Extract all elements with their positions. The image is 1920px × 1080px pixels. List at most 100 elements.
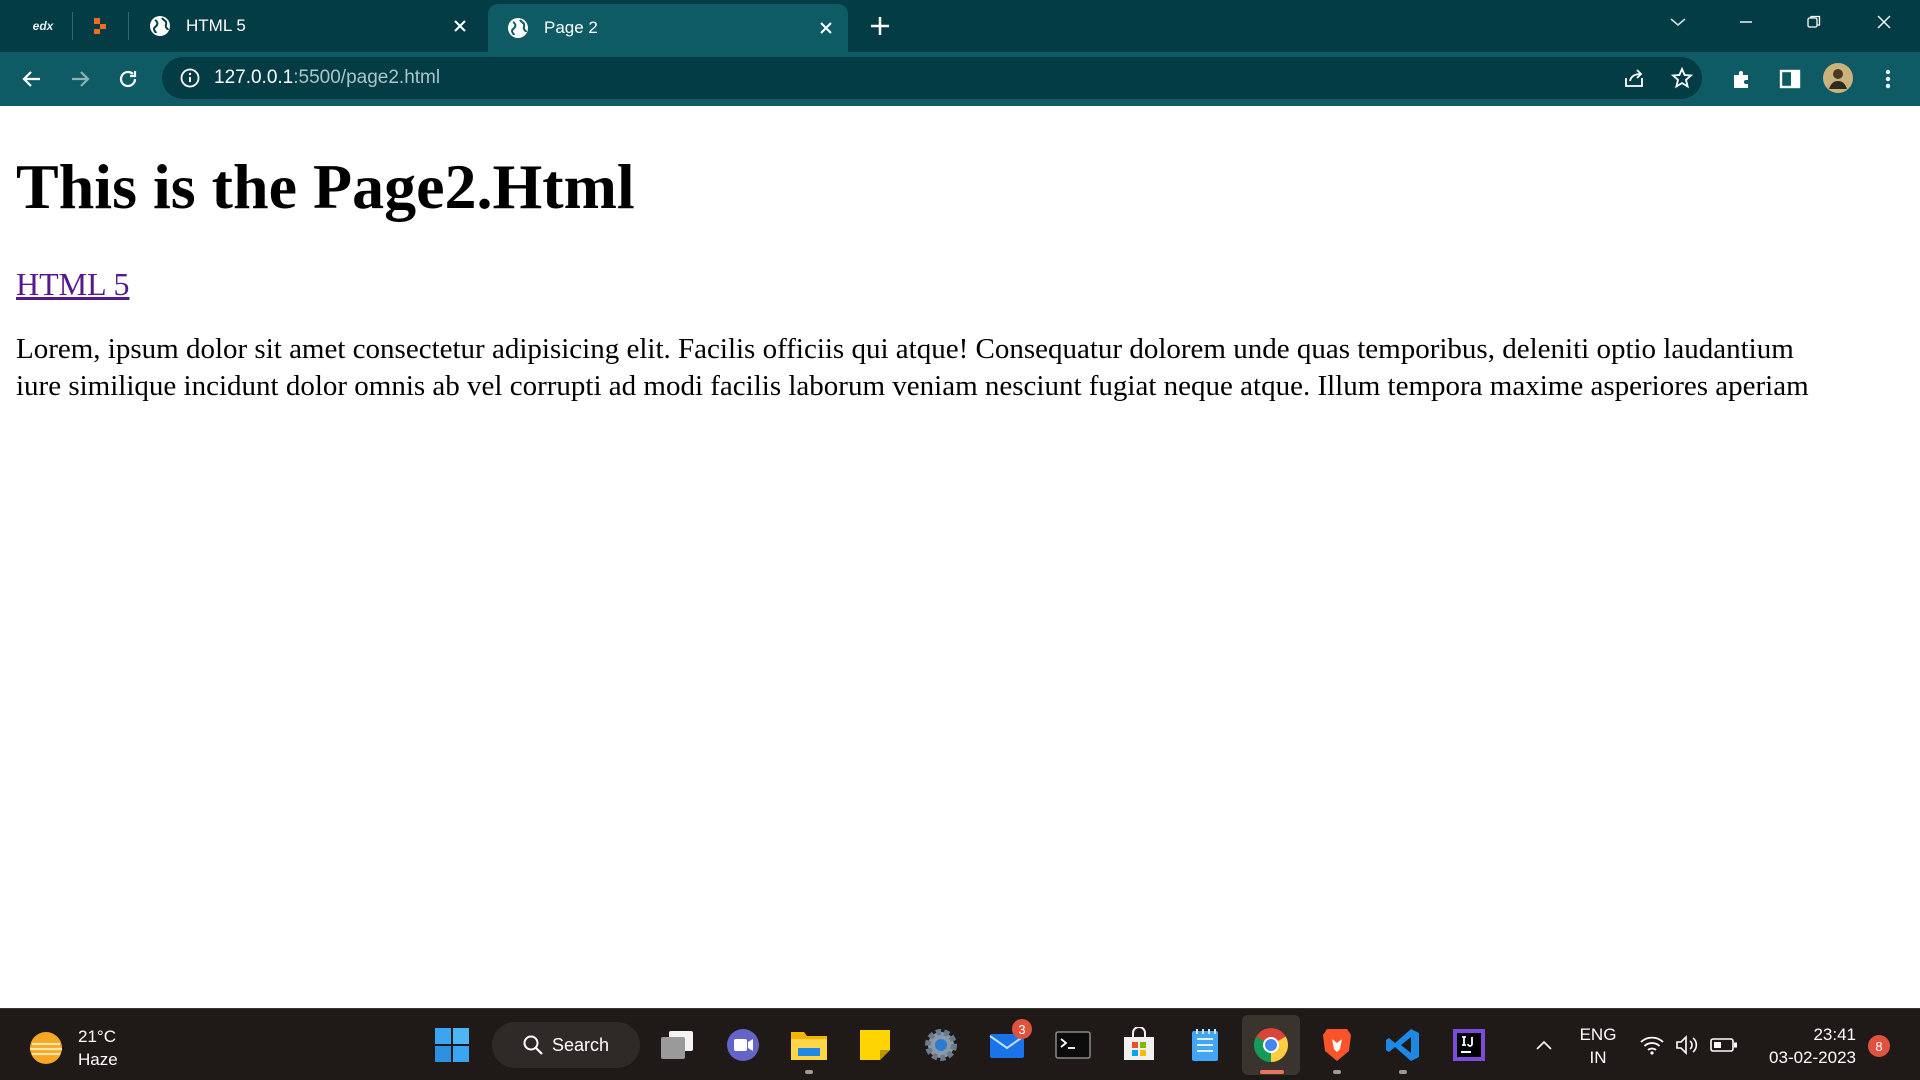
file-explorer-button[interactable] xyxy=(789,1025,829,1065)
restore-icon xyxy=(1807,15,1821,28)
new-tab-button[interactable] xyxy=(866,12,894,40)
back-button[interactable] xyxy=(16,63,48,95)
weather-widget[interactable]: 21°C Haze xyxy=(26,1025,118,1071)
notification-badge[interactable]: 8 xyxy=(1868,1035,1890,1057)
chevron-down-icon xyxy=(1670,18,1686,27)
clock[interactable]: 23:41 03-02-2023 xyxy=(1756,1023,1856,1069)
search-icon xyxy=(523,1035,543,1055)
puzzle-icon xyxy=(1734,71,1748,88)
close-tab-button[interactable] xyxy=(446,12,474,40)
volume-icon xyxy=(1676,1035,1698,1055)
tab-html5[interactable]: HTML 5 xyxy=(140,0,482,52)
notepad-icon xyxy=(1192,1029,1218,1061)
gear-icon xyxy=(925,1029,957,1061)
sticky-note-icon xyxy=(860,1030,890,1060)
reload-button[interactable] xyxy=(112,63,144,95)
globe-icon xyxy=(508,18,528,38)
store-button[interactable] xyxy=(1119,1025,1159,1065)
page-heading: This is the Page2.Html xyxy=(16,151,635,222)
task-view-icon xyxy=(661,1031,693,1059)
running-indicator xyxy=(805,1070,813,1074)
more-vert-icon xyxy=(1885,69,1891,89)
tab-separator xyxy=(128,12,129,40)
language-primary: ENG xyxy=(1579,1025,1617,1044)
battery-icon xyxy=(1710,1038,1737,1052)
pinned-tab-edx[interactable]: edx xyxy=(22,0,64,52)
volume-status[interactable] xyxy=(1668,1025,1708,1065)
restore-button[interactable] xyxy=(1796,8,1832,36)
bookmark-button[interactable] xyxy=(1666,62,1698,94)
tab-title: HTML 5 xyxy=(186,16,246,35)
mail-badge: 3 xyxy=(1012,1019,1032,1039)
side-panel-button[interactable] xyxy=(1774,63,1806,95)
app-logo-icon xyxy=(94,18,106,34)
page-content: This is the Page2.Html HTML 5 Lorem, ips… xyxy=(16,106,1920,1008)
close-window-button[interactable] xyxy=(1866,8,1902,36)
plus-icon xyxy=(871,17,889,35)
language-indicator[interactable]: ENG IN xyxy=(1572,1023,1624,1069)
notepad-button[interactable] xyxy=(1185,1025,1225,1065)
reload-icon xyxy=(119,70,137,88)
side-panel-icon xyxy=(1779,69,1801,89)
vscode-icon xyxy=(1386,1029,1419,1061)
pinned-tab-app[interactable] xyxy=(80,0,122,52)
close-icon xyxy=(454,20,466,32)
html5-link[interactable]: HTML 5 xyxy=(16,266,129,303)
weather-condition: Haze xyxy=(78,1050,118,1069)
wifi-status[interactable] xyxy=(1632,1025,1672,1065)
minimize-icon xyxy=(1740,21,1752,23)
lorem-paragraph: Lorem, ipsum dolor sit amet consectetur … xyxy=(16,331,1920,405)
profile-button[interactable] xyxy=(1822,62,1854,94)
url-host: 127.0.0.1 xyxy=(214,67,294,88)
haze-sun-icon xyxy=(30,1032,62,1064)
settings-button[interactable] xyxy=(921,1025,961,1065)
menu-button[interactable] xyxy=(1872,63,1904,95)
chrome-button[interactable] xyxy=(1251,1025,1291,1065)
share-button[interactable] xyxy=(1618,62,1650,94)
wifi-icon xyxy=(1640,1036,1664,1055)
paragraph-line-2: iure similique incidunt dolor omnis ab v… xyxy=(16,369,1809,402)
teams-chat-button[interactable] xyxy=(723,1025,763,1065)
tab-search-button[interactable] xyxy=(1660,8,1696,36)
taskbar-search[interactable]: Search xyxy=(492,1022,640,1068)
forward-button[interactable] xyxy=(64,63,96,95)
search-label: Search xyxy=(552,1034,610,1055)
tab-strip: edx HTML 5 Page 2 xyxy=(0,0,1920,52)
sticky-notes-button[interactable] xyxy=(855,1025,895,1065)
tab-page2[interactable]: Page 2 xyxy=(488,4,848,52)
windows-logo-icon xyxy=(435,1028,469,1062)
minimize-button[interactable] xyxy=(1728,8,1764,36)
language-secondary: IN xyxy=(1589,1048,1607,1067)
running-indicator xyxy=(1399,1070,1407,1074)
tab-separator xyxy=(72,12,73,40)
close-tab-button[interactable] xyxy=(812,14,840,42)
share-icon xyxy=(1625,69,1643,87)
close-icon xyxy=(820,22,832,34)
taskbar: 21°C Haze Search 3 ENG IN 23:41 03-02-20… xyxy=(0,1008,1920,1080)
address-url[interactable]: 127.0.0.1:5500/page2.html xyxy=(214,66,440,90)
paragraph-line-1: Lorem, ipsum dolor sit amet consectetur … xyxy=(16,332,1794,365)
battery-status[interactable] xyxy=(1704,1025,1744,1065)
intellij-button[interactable] xyxy=(1449,1025,1489,1065)
show-hidden-icons-button[interactable] xyxy=(1524,1025,1564,1065)
start-button[interactable] xyxy=(432,1025,472,1065)
task-view-button[interactable] xyxy=(657,1025,697,1065)
extensions-button[interactable] xyxy=(1726,63,1758,95)
star-icon xyxy=(1670,66,1694,89)
chrome-icon xyxy=(1254,1028,1288,1062)
active-indicator xyxy=(1260,1070,1284,1074)
site-info-button[interactable] xyxy=(174,62,206,94)
info-icon xyxy=(180,68,200,88)
brave-button[interactable] xyxy=(1317,1025,1357,1065)
tab-title: Page 2 xyxy=(544,18,598,37)
running-indicator xyxy=(1333,1070,1341,1074)
chevron-up-icon xyxy=(1536,1040,1552,1050)
url-path: :5500/page2.html xyxy=(293,67,441,88)
globe-icon xyxy=(150,16,170,36)
terminal-button[interactable] xyxy=(1053,1025,1093,1065)
clock-time: 23:41 xyxy=(1813,1025,1856,1044)
arrow-right-icon xyxy=(72,71,90,87)
weather-temp: 21°C xyxy=(78,1027,116,1046)
vscode-button[interactable] xyxy=(1383,1025,1423,1065)
intellij-icon xyxy=(1453,1029,1485,1061)
